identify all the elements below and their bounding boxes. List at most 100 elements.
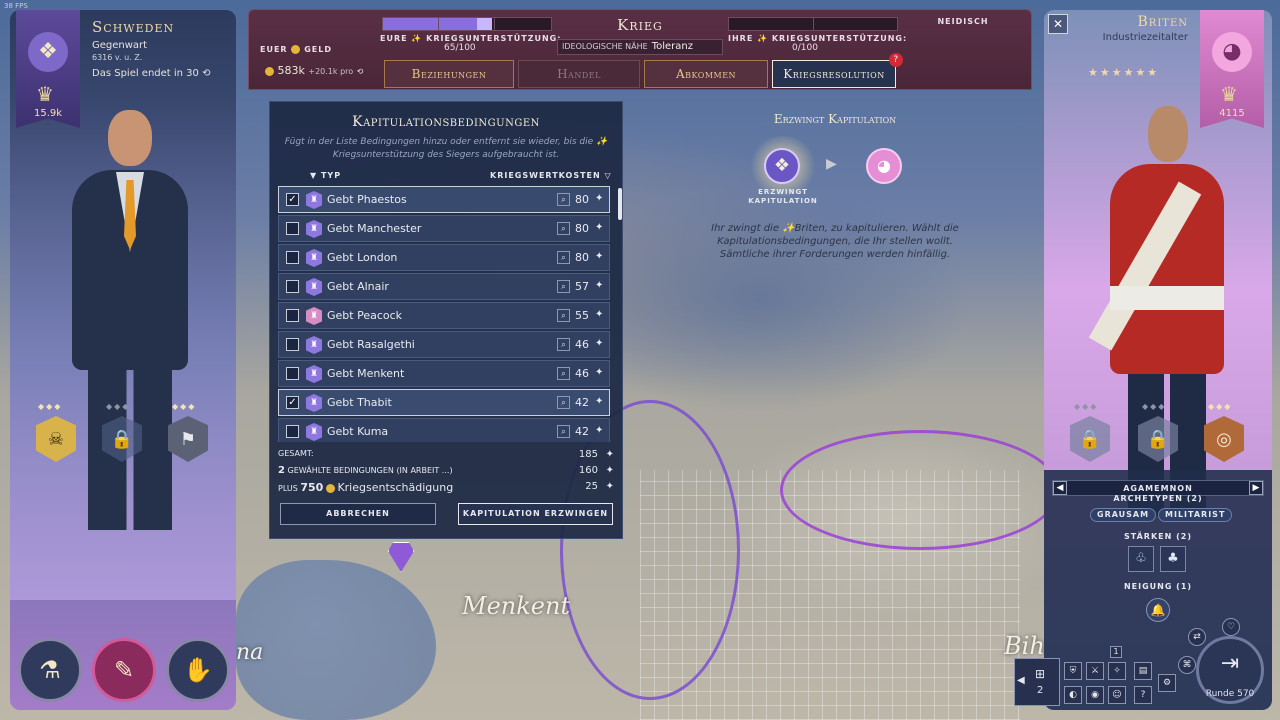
condition-row[interactable]: ✓ ♜ Gebt Phaestos ⌕ 80 ✦: [278, 186, 610, 213]
ability-dots: ◆◆◆: [1074, 402, 1099, 411]
condition-checkbox[interactable]: ✓: [286, 396, 299, 409]
condition-label: Gebt London: [327, 251, 398, 264]
their-support-value: 0/100: [792, 43, 818, 53]
opponent-stars: ★★★★★★: [1088, 66, 1160, 79]
resource-icon[interactable]: ◉: [1086, 686, 1104, 704]
condition-checkbox[interactable]: [286, 251, 299, 264]
condition-label: Gebt Alnair: [327, 280, 389, 293]
condition-row[interactable]: ✓ ♜ Gebt Thabit ⌕ 42 ✦: [278, 389, 610, 416]
selected-value: 160: [578, 465, 598, 476]
condition-checkbox[interactable]: [286, 367, 299, 380]
hands-button[interactable]: ✋: [166, 638, 230, 702]
turn-counter: Runde 570: [1205, 689, 1255, 699]
zoom-to-city-icon[interactable]: ⌕: [557, 222, 570, 235]
condition-checkbox[interactable]: [286, 338, 299, 351]
condition-row[interactable]: ♜ Gebt Peacock ⌕ 55 ✦: [278, 302, 610, 329]
queue-widget[interactable]: ◀ 2 ⊞: [1014, 658, 1060, 706]
cancel-button[interactable]: ABBRECHEN: [280, 503, 436, 525]
condition-checkbox[interactable]: [286, 309, 299, 322]
condition-checkbox[interactable]: [286, 280, 299, 293]
city-icon: ♜: [306, 365, 322, 383]
zoom-to-city-icon[interactable]: ⌕: [557, 396, 570, 409]
condition-row[interactable]: ♜ Gebt London ⌕ 80 ✦: [278, 244, 610, 271]
strength-tree-icon[interactable]: ♣: [1160, 546, 1186, 572]
archetype-pill[interactable]: GRAUSAM: [1090, 508, 1157, 522]
arrow-right-icon: ▶: [826, 156, 837, 172]
sort-by-type[interactable]: ▼ TYP: [310, 171, 341, 180]
condition-checkbox[interactable]: ✓: [286, 193, 299, 206]
condition-label: Gebt Manchester: [327, 222, 422, 235]
condition-checkbox[interactable]: [286, 222, 299, 235]
help-badge-icon[interactable]: ?: [889, 53, 903, 67]
tab-war-resolution[interactable]: Kriegsresolution?: [772, 53, 903, 88]
condition-row[interactable]: ♜ Gebt Alnair ⌕ 57 ✦: [278, 273, 610, 300]
scroll-button[interactable]: ✎: [92, 638, 156, 702]
player-leader-portrait: [60, 110, 200, 530]
next-leader-arrow-icon[interactable]: ▶: [1249, 481, 1263, 495]
conditions-list[interactable]: ✓ ♜ Gebt Phaestos ⌕ 80 ✦ ♜ Gebt Manchester ⌕ 80 ✦…: [278, 186, 616, 442]
archetype-pill[interactable]: MILITARIST: [1158, 508, 1233, 522]
end-turn-button[interactable]: ⇥ Runde 570: [1196, 636, 1264, 704]
condition-label: Gebt Rasalgethi: [327, 338, 415, 351]
condition-cost: 46: [575, 338, 589, 351]
bar-divider: [813, 18, 814, 30]
opponent-leader-name: AGAMEMNON: [1123, 483, 1193, 493]
condition-label: Gebt Phaestos: [327, 193, 407, 206]
heart-icon[interactable]: ♡: [1222, 618, 1240, 636]
zoom-to-city-icon[interactable]: ⌕: [557, 367, 570, 380]
diplomacy-quick-icon[interactable]: ⇄: [1188, 628, 1206, 646]
sort-by-war-cost[interactable]: KRIEGSWERTKOSTEN ▽: [490, 171, 612, 180]
minimap-icon[interactable]: ⌘: [1178, 656, 1196, 674]
shield-icon[interactable]: ⛨: [1064, 662, 1082, 680]
science-flask-button[interactable]: ⚗: [18, 638, 82, 702]
zoom-to-city-icon[interactable]: ⌕: [557, 425, 570, 438]
map-label-menkent[interactable]: Menkent: [462, 592, 570, 620]
force-capitulation-button[interactable]: KAPITULATION ERZWINGEN: [458, 503, 613, 525]
zoom-to-city-icon[interactable]: ⌕: [557, 280, 570, 293]
your-war-support-bar: [382, 17, 552, 31]
map-filter-icon[interactable]: ◐: [1064, 686, 1082, 704]
ideology-value: Toleranz: [651, 41, 693, 52]
total-value: 185: [578, 449, 598, 460]
opponent-era: Industriezeitalter: [1102, 32, 1188, 43]
tab-trade[interactable]: Handel: [518, 60, 640, 88]
zoom-to-city-icon[interactable]: ⌕: [557, 251, 570, 264]
zoom-to-city-icon[interactable]: ⌕: [557, 309, 570, 322]
tab-label: Handel: [557, 67, 601, 81]
zoom-to-city-icon[interactable]: ⌕: [557, 338, 570, 351]
laurel-score-icon: ♛: [36, 82, 54, 106]
condition-checkbox[interactable]: [286, 425, 299, 438]
close-icon[interactable]: ✕: [1048, 14, 1068, 34]
condition-cost: 42: [575, 396, 589, 409]
selected-count: 2: [278, 465, 285, 476]
strength-tree-icon[interactable]: ♧: [1128, 546, 1154, 572]
book-icon[interactable]: ▤: [1134, 662, 1152, 680]
zoom-to-city-icon[interactable]: ⌕: [557, 193, 570, 206]
capitulation-panel: Kapitulationsbedingungen Fügt in der Lis…: [269, 101, 623, 539]
tab-label: Kriegsresolution: [783, 67, 885, 81]
condition-row[interactable]: ♜ Gebt Manchester ⌕ 80 ✦: [278, 215, 610, 242]
condition-row[interactable]: ♜ Gebt Rasalgethi ⌕ 46 ✦: [278, 331, 610, 358]
prev-leader-arrow-icon[interactable]: ◀: [1053, 481, 1067, 495]
notification-bell-icon[interactable]: 🔔: [1146, 598, 1170, 622]
tab-agreements[interactable]: Abkommen: [644, 60, 768, 88]
list-scrollbar[interactable]: [618, 188, 622, 220]
condition-cost: 57: [575, 280, 589, 293]
your-support-highlight: [477, 18, 493, 30]
help-icon[interactable]: ?: [1134, 686, 1152, 704]
ability-dots: ◆◆◆: [38, 402, 63, 411]
war-support-icon: ✦: [595, 338, 604, 349]
city-pin-icon[interactable]: [388, 542, 414, 572]
diplomacy-tabs: Beziehungen Handel Abkommen Kriegsresolu…: [384, 53, 903, 88]
your-support-value: 65/100: [444, 43, 476, 53]
sword-icon[interactable]: ⚔: [1086, 662, 1104, 680]
condition-row[interactable]: ♜ Gebt Kuma ⌕ 42 ✦: [278, 418, 610, 442]
tab-relations[interactable]: Beziehungen: [384, 60, 514, 88]
condition-row[interactable]: ♜ Gebt Menkent ⌕ 46 ✦: [278, 360, 610, 387]
people-icon[interactable]: ☺: [1108, 686, 1126, 704]
laurel-score-icon: ♛: [1220, 82, 1238, 106]
settings-gear-icon[interactable]: ⚙: [1158, 674, 1176, 692]
horn-icon[interactable]: ✧: [1108, 662, 1126, 680]
player-date: 6316 v. u. Z.: [92, 53, 143, 62]
queue-arrow-icon[interactable]: ◀: [1017, 675, 1025, 686]
